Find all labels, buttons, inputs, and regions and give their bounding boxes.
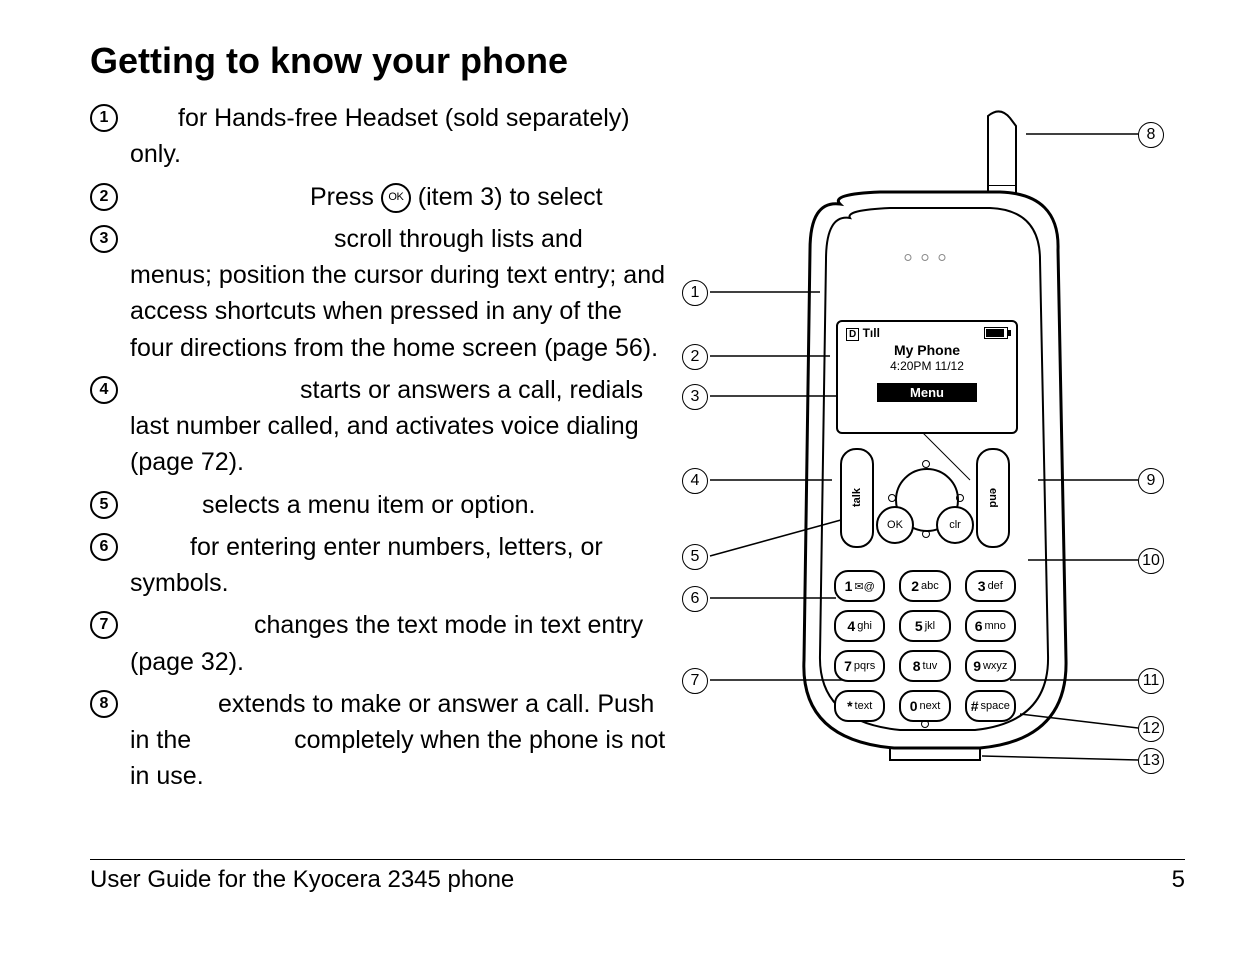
- item-number-badge: 4: [90, 376, 118, 404]
- callout-10: 10: [1138, 548, 1164, 574]
- nav-cluster: talk end OK clr: [840, 448, 1010, 558]
- key-6: 6mno: [965, 610, 1016, 642]
- signal-icon: D Tıll: [846, 326, 880, 340]
- callout-5: 5: [682, 544, 708, 570]
- screen-title: My Phone: [838, 342, 1016, 358]
- phone-diagram: 1 2 3 4 5 6 7 8 9 10 11 12 13 D Tıll: [680, 100, 1170, 820]
- callout-1: 1: [682, 280, 708, 306]
- callout-12: 12: [1138, 716, 1164, 742]
- key-5: 5jkl: [899, 610, 950, 642]
- page-footer: User Guide for the Kyocera 2345 phone 5: [90, 859, 1185, 894]
- callout-8: 8: [1138, 122, 1164, 148]
- callout-2: 2: [682, 344, 708, 370]
- key-4: 4ghi: [834, 610, 885, 642]
- page-title: Getting to know your phone: [90, 40, 1185, 82]
- callout-6: 6: [682, 586, 708, 612]
- footer-page-number: 5: [1172, 866, 1185, 894]
- callout-4: 4: [682, 468, 708, 494]
- callout-13: 13: [1138, 748, 1164, 774]
- item-number-badge: 6: [90, 533, 118, 561]
- item-number-badge: 7: [90, 611, 118, 639]
- callout-9: 9: [1138, 468, 1164, 494]
- nav-down-icon: [922, 530, 930, 538]
- item-text: Press OK (item 3) to select: [130, 183, 603, 211]
- nav-left-icon: [888, 494, 896, 502]
- phone-screen: D Tıll My Phone 4:20PM 11/12 Menu: [836, 320, 1018, 434]
- feature-item: 1 for Hands-free Headset (sold separately…: [90, 100, 670, 173]
- item-text: selects a menu item or option.: [130, 491, 536, 519]
- callout-7: 7: [682, 668, 708, 694]
- end-key: end: [976, 448, 1010, 548]
- key-7: 7pqrs: [834, 650, 885, 682]
- talk-key: talk: [840, 448, 874, 548]
- key-8: 8tuv: [899, 650, 950, 682]
- key-3: 3def: [965, 570, 1016, 602]
- feature-item: 4 starts or answers a call, redials last …: [90, 372, 670, 481]
- clr-key: clr: [936, 506, 974, 544]
- key-1: 1✉@: [834, 570, 885, 602]
- feature-item: 7 changes the text mode in text entry (pa…: [90, 607, 670, 680]
- feature-item: 2 Press OK (item 3) to select: [90, 179, 670, 215]
- callout-3: 3: [682, 384, 708, 410]
- key-9: 9wxyz: [965, 650, 1016, 682]
- ok-key: OK: [876, 506, 914, 544]
- screen-softkey-menu: Menu: [877, 383, 977, 402]
- item-number-badge: 3: [90, 225, 118, 253]
- item-text: starts or answers a call, redials last n…: [130, 376, 643, 477]
- key-2: 2abc: [899, 570, 950, 602]
- item-text: for entering enter numbers, letters, or …: [130, 533, 603, 597]
- key-#: #space: [965, 690, 1016, 722]
- feature-item: 3 scroll through lists and menus; positio…: [90, 221, 670, 366]
- feature-item: 8 extends to make or answer a call. Push …: [90, 686, 670, 795]
- ok-icon: OK: [381, 183, 411, 213]
- item-text: scroll through lists and menus; position…: [130, 225, 665, 362]
- callout-11: 11: [1138, 668, 1164, 694]
- mic-icon: [921, 720, 929, 728]
- keypad: 1✉@ 2abc 3def 4ghi 5jkl 6mno 7pqrs 8tuv 9wxyz *te…: [834, 570, 1016, 722]
- item-text: extends to make or answer a call. Push i…: [130, 690, 665, 791]
- footer-title: User Guide for the Kyocera 2345 phone: [90, 866, 514, 894]
- item-number-badge: 8: [90, 690, 118, 718]
- item-number-badge: 2: [90, 183, 118, 211]
- feature-item: 6 for entering enter numbers, letters, or…: [90, 529, 670, 602]
- screen-time: 4:20PM 11/12: [838, 359, 1016, 373]
- feature-list: 1 for Hands-free Headset (sold separately…: [90, 100, 670, 795]
- key-0: 0next: [899, 690, 950, 722]
- key-*: *text: [834, 690, 885, 722]
- battery-icon: [984, 327, 1008, 339]
- item-number-badge: 1: [90, 104, 118, 132]
- nav-right-icon: [956, 494, 964, 502]
- nav-up-icon: [922, 460, 930, 468]
- item-text: for Hands-free Headset (sold separately)…: [130, 104, 630, 168]
- item-text: changes the text mode in text entry (pag…: [130, 611, 643, 675]
- speaker-icon: [905, 254, 946, 261]
- item-number-badge: 5: [90, 491, 118, 519]
- feature-item: 5 selects a menu item or option.: [90, 487, 670, 523]
